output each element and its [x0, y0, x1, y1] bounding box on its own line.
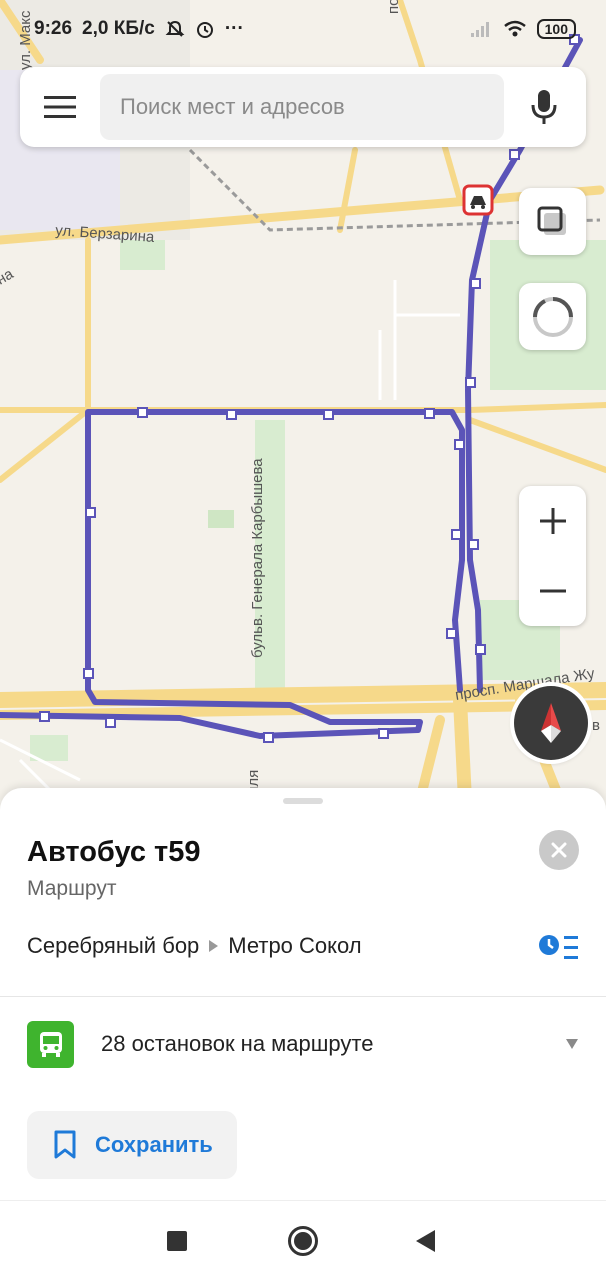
zoom-out-button[interactable]: [519, 556, 586, 626]
stops-count-label: 28 остановок на маршруте: [101, 1031, 374, 1056]
sheet-drag-handle[interactable]: [283, 798, 323, 804]
save-label: Сохранить: [95, 1132, 213, 1157]
close-icon: [551, 842, 567, 858]
route-to: Метро Сокол: [228, 933, 362, 958]
compass-icon: [541, 703, 561, 743]
stops-list-toggle[interactable]: 28 остановок на маршруте: [0, 1004, 606, 1084]
route-arrow-icon: [209, 940, 219, 952]
schedule-icon: [539, 935, 578, 959]
street-label-karbysheva: бульв. Генерала Карбышева: [249, 458, 266, 658]
menu-button[interactable]: [20, 67, 100, 147]
home-button[interactable]: [288, 1226, 318, 1256]
hamburger-icon: [44, 96, 76, 118]
status-bar: 9:26 2,0 КБ/с ··· 100: [0, 0, 606, 58]
status-time: 9:26: [34, 18, 73, 39]
battery-indicator: 100: [536, 19, 576, 39]
layers-icon: [537, 206, 566, 235]
voice-search-button[interactable]: [504, 67, 584, 147]
route-bottom-sheet: Автобус т59 Маршрут Серебряный бор Метро…: [0, 788, 606, 1200]
route-endpoints: Серебряный бор Метро Сокол: [27, 933, 362, 959]
plus-icon: [539, 508, 566, 534]
alarm-icon: [196, 22, 213, 38]
save-button[interactable]: Сохранить: [27, 1111, 237, 1179]
street-label-v: в: [592, 717, 600, 734]
wifi-icon: [503, 20, 526, 37]
bookmark-icon: [54, 1130, 76, 1159]
zoom-controls: [519, 486, 586, 626]
system-nav-bar: [0, 1200, 606, 1280]
route-title: Автобус т59: [27, 836, 201, 868]
chevron-down-icon: [566, 1039, 578, 1049]
schedule-button[interactable]: [538, 934, 582, 964]
route-from: Серебряный бор: [27, 933, 200, 958]
traffic-incident-icon[interactable]: [462, 184, 494, 216]
layers-button[interactable]: [519, 188, 586, 255]
status-more: ···: [224, 18, 244, 39]
close-button[interactable]: [539, 830, 579, 870]
status-speed: 2,0 КБ/с: [82, 18, 155, 39]
search-input[interactable]: [100, 74, 504, 140]
recents-button[interactable]: [167, 1231, 187, 1251]
microphone-icon: [531, 90, 557, 124]
zoom-in-button[interactable]: [519, 486, 586, 556]
silent-icon: [165, 20, 185, 37]
signal-icon: [470, 22, 489, 37]
traffic-icon: [532, 296, 573, 337]
sheet-divider: [0, 996, 606, 997]
search-bar: [20, 67, 586, 147]
traffic-button[interactable]: [519, 283, 586, 350]
route-subtitle: Маршрут: [27, 877, 117, 900]
compass-button[interactable]: [514, 686, 588, 760]
bus-icon: [27, 1020, 74, 1068]
minus-icon: [539, 589, 566, 593]
back-button[interactable]: [416, 1230, 435, 1252]
